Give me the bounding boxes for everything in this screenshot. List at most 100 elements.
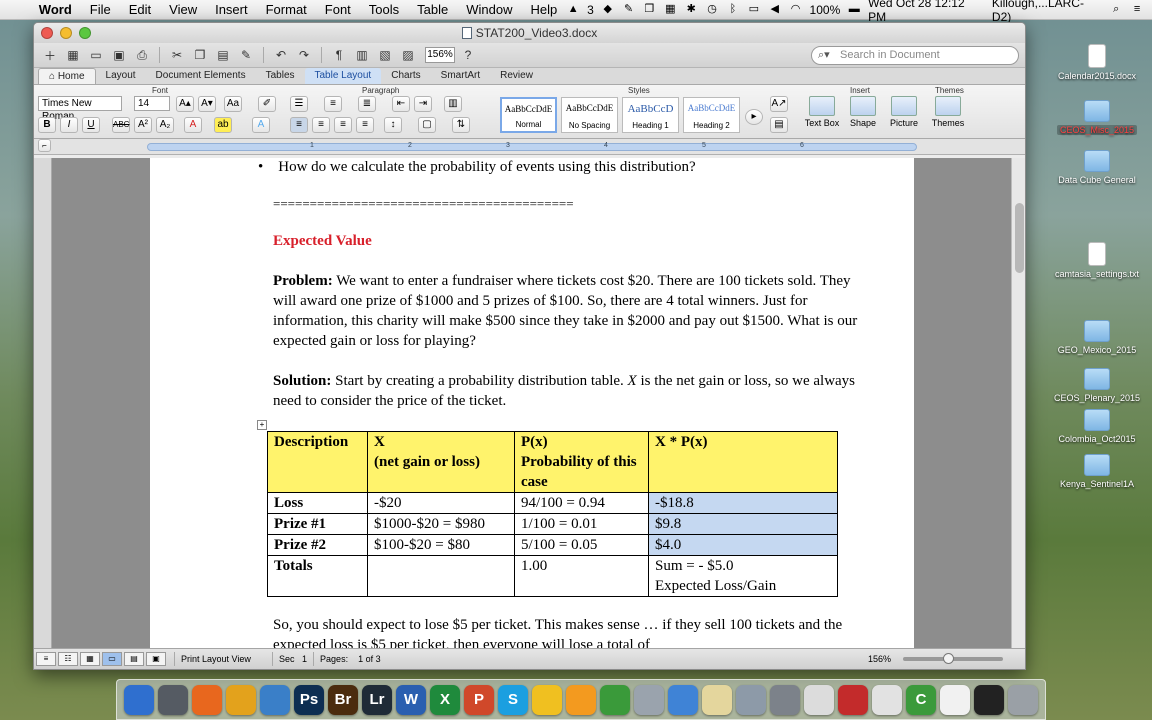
grid-icon[interactable]: ▦ xyxy=(663,3,677,16)
outline-view-button[interactable]: ☷ xyxy=(58,652,78,666)
tab-review[interactable]: Review xyxy=(490,68,543,84)
font-color-icon[interactable]: A xyxy=(184,117,202,133)
bold-button[interactable]: B xyxy=(38,117,56,133)
tab-document-elements[interactable]: Document Elements xyxy=(146,68,256,84)
new-document-icon[interactable]: ＋ xyxy=(40,46,60,64)
align-left-button[interactable]: ≡ xyxy=(290,117,308,133)
header-cell[interactable]: X (net gain or loss) xyxy=(367,431,515,493)
dock-app-icon[interactable]: C xyxy=(906,684,936,715)
increase-indent-icon[interactable]: ⇥ xyxy=(414,96,432,112)
subscript-button[interactable]: A₂ xyxy=(156,117,174,133)
dock-app-icon[interactable] xyxy=(838,684,868,715)
vertical-scrollbar[interactable] xyxy=(1011,158,1025,650)
dock-app-icon[interactable]: Lr xyxy=(362,684,392,715)
desktop-folder-colombia[interactable]: Colombia_Oct2015 xyxy=(1051,409,1143,444)
table-cell[interactable]: $100-$20 = $80 xyxy=(367,534,515,556)
table-cell[interactable]: Prize #2 xyxy=(267,534,368,556)
close-window-button[interactable] xyxy=(41,27,53,39)
shrink-font-icon[interactable]: A▾ xyxy=(198,96,216,112)
document-page[interactable]: • How do we calculate the probability of… xyxy=(150,158,914,650)
dock-app-icon[interactable] xyxy=(668,684,698,715)
cut-icon[interactable]: ✂ xyxy=(167,46,187,64)
table-cell[interactable]: 1.00 xyxy=(514,555,649,597)
dock-app-icon[interactable]: X xyxy=(430,684,460,715)
menu-window[interactable]: Window xyxy=(457,2,521,17)
zoom-slider[interactable] xyxy=(903,653,1003,664)
dock-app-icon[interactable]: Br xyxy=(328,684,358,715)
superscript-button[interactable]: A² xyxy=(134,117,152,133)
numbering-icon[interactable]: ≡ xyxy=(324,96,342,112)
print-icon[interactable]: ⎙ xyxy=(132,46,152,64)
display-icon[interactable]: ▭ xyxy=(747,3,761,16)
battery-percent[interactable]: 100% xyxy=(810,3,841,17)
dock-app-icon[interactable] xyxy=(260,684,290,715)
draft-view-button[interactable]: ≡ xyxy=(36,652,56,666)
dock-app-icon[interactable] xyxy=(600,684,630,715)
header-cell[interactable]: Description xyxy=(267,431,368,493)
menu-help[interactable]: Help xyxy=(521,2,566,17)
clear-formatting-icon[interactable]: ✐ xyxy=(258,96,276,112)
align-right-button[interactable]: ≡ xyxy=(334,117,352,133)
dock-app-icon[interactable] xyxy=(872,684,902,715)
font-size-select[interactable]: 14 xyxy=(134,96,170,111)
user-name[interactable]: Killough,...LARC-D2) xyxy=(992,0,1102,24)
table-cell[interactable]: 94/100 = 0.94 xyxy=(514,492,649,514)
table-cell[interactable]: -$20 xyxy=(367,492,515,514)
dock-app-icon[interactable] xyxy=(532,684,562,715)
multilevel-list-icon[interactable]: ≣ xyxy=(358,96,376,112)
table-cell[interactable]: $9.8 xyxy=(648,513,838,535)
notifications-icon[interactable]: ≡ xyxy=(1130,3,1144,16)
style-normal[interactable]: AaBbCcDdE Normal xyxy=(500,97,557,133)
copy-icon[interactable]: ❐ xyxy=(643,3,657,16)
styles-scroll-icon[interactable]: ▸ xyxy=(745,109,763,125)
zoom-slider-knob[interactable] xyxy=(943,653,954,664)
dock-app-icon[interactable] xyxy=(158,684,188,715)
font-name-select[interactable]: Times New Roman xyxy=(38,96,122,122)
line-spacing-icon[interactable]: ↕ xyxy=(384,117,402,133)
bluetooth-icon[interactable]: ᛒ xyxy=(726,3,740,16)
menu-edit[interactable]: Edit xyxy=(120,2,160,17)
menu-insert[interactable]: Insert xyxy=(206,2,257,17)
dock-app-icon[interactable]: Ps xyxy=(294,684,324,715)
desktop-folder-data-cube[interactable]: Data Cube General xyxy=(1051,150,1143,185)
tab-smartart[interactable]: SmartArt xyxy=(431,68,490,84)
grow-font-icon[interactable]: A▴ xyxy=(176,96,194,112)
save-icon[interactable]: ▣ xyxy=(109,46,129,64)
zoom-select[interactable]: 156% xyxy=(425,47,455,63)
style-heading-1[interactable]: AaBbCcD Heading 1 xyxy=(622,97,679,133)
table-cell[interactable]: 1/100 = 0.01 xyxy=(514,513,649,535)
redo-icon[interactable]: ↷ xyxy=(294,46,314,64)
zoom-window-button[interactable] xyxy=(79,27,91,39)
style-no-spacing[interactable]: AaBbCcDdE No Spacing xyxy=(561,97,618,133)
table-cell[interactable]: 5/100 = 0.05 xyxy=(514,534,649,556)
dock-app-icon[interactable]: P xyxy=(464,684,494,715)
themes-button[interactable]: Themes xyxy=(930,96,966,128)
table-cell[interactable]: $1000-$20 = $980 xyxy=(367,513,515,535)
dock-app-icon[interactable] xyxy=(974,684,1004,715)
scrollbar-thumb[interactable] xyxy=(1015,203,1024,273)
header-cell[interactable]: X * P(x) xyxy=(648,431,838,493)
full-screen-icon[interactable]: ▨ xyxy=(398,46,418,64)
search-document-input[interactable]: ⌕▾ Search in Document xyxy=(811,46,1019,65)
desktop-file-camtasia[interactable]: camtasia_settings.txt xyxy=(1051,242,1143,279)
menu-table[interactable]: Table xyxy=(408,2,457,17)
open-folder-icon[interactable]: ▭ xyxy=(86,46,106,64)
table-cell[interactable]: -$18.8 xyxy=(648,492,838,514)
text-effects-icon[interactable]: A xyxy=(252,117,270,133)
media-browser-icon[interactable]: ▧ xyxy=(375,46,395,64)
decrease-indent-icon[interactable]: ⇤ xyxy=(392,96,410,112)
desktop-folder-kenya[interactable]: Kenya_Sentinel1A xyxy=(1051,454,1143,489)
table-cell[interactable]: $4.0 xyxy=(648,534,838,556)
change-case-icon[interactable]: Aa xyxy=(224,96,242,112)
publishing-view-button[interactable]: ▦ xyxy=(80,652,100,666)
align-center-button[interactable]: ≡ xyxy=(312,117,330,133)
borders-icon[interactable]: ▢ xyxy=(418,117,436,133)
header-cell[interactable]: P(x) Probability of this case xyxy=(514,431,649,493)
menu-format[interactable]: Format xyxy=(257,2,316,17)
italic-button[interactable]: I xyxy=(60,117,78,133)
dock-app-icon[interactable] xyxy=(940,684,970,715)
table-move-handle-icon[interactable]: + xyxy=(257,420,267,430)
table-cell[interactable]: Prize #1 xyxy=(267,513,368,535)
tab-tables[interactable]: Tables xyxy=(256,68,305,84)
title-bar[interactable]: STAT200_Video3.docx xyxy=(34,23,1025,43)
